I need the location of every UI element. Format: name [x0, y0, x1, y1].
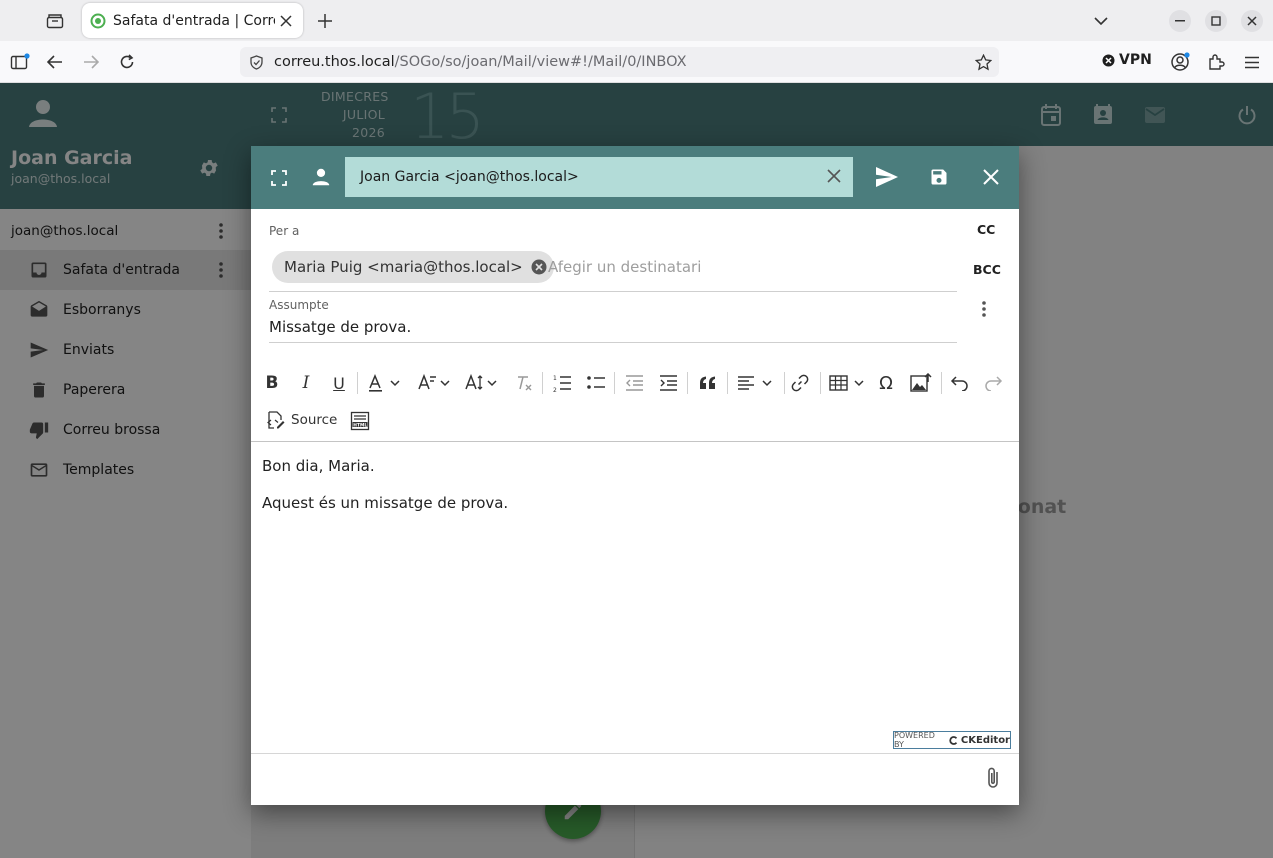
save-draft-button[interactable]: [925, 163, 953, 191]
forward-arrow-icon[interactable]: [81, 52, 101, 72]
font-family-icon[interactable]: [416, 372, 454, 394]
body-paragraph: Bon dia, Maria.: [262, 457, 375, 475]
expand-dialog-icon[interactable]: [269, 168, 289, 188]
remove-recipient-icon[interactable]: [531, 259, 547, 275]
url-host: correu.thos.local: [274, 54, 395, 70]
save-icon: [931, 169, 947, 185]
vpn-status[interactable]: VPN: [1102, 52, 1152, 68]
ckeditor-brand: CKEditor: [960, 734, 1010, 746]
attach-file-icon[interactable]: [984, 766, 1002, 790]
toolbar-separator: [614, 372, 615, 394]
back-arrow-icon[interactable]: [45, 52, 65, 72]
clear-from-icon[interactable]: [825, 167, 843, 185]
browser-navbar: correu.thos.local/SOGo/so/joan/Mail/view…: [0, 41, 1273, 83]
bold-icon[interactable]: B: [261, 372, 283, 394]
editor-footer-divider: [251, 753, 1019, 754]
to-underline: [269, 291, 957, 292]
more-options-icon[interactable]: [977, 299, 991, 319]
vpn-label: VPN: [1119, 52, 1152, 68]
sogo-favicon-icon: [90, 13, 106, 29]
subject-input[interactable]: Missatge de prova.: [269, 318, 411, 336]
from-address: Joan Garcia <joan@thos.local>: [360, 169, 579, 185]
indent-icon[interactable]: [657, 372, 679, 394]
special-characters-icon[interactable]: Ω: [875, 372, 897, 394]
vpn-off-icon: [1102, 54, 1115, 66]
menu-hamburger-icon[interactable]: [1241, 51, 1263, 73]
toolbar-separator: [941, 372, 942, 394]
ckeditor-logo-icon: [949, 735, 958, 745]
numbered-list-icon[interactable]: 12: [551, 372, 573, 394]
message-body-editor[interactable]: Bon dia, Maria. Aquest és un missatge de…: [251, 442, 1019, 753]
font-size-icon[interactable]: [463, 372, 501, 394]
svg-text:HTML: HTML: [353, 422, 367, 428]
subject-label: Assumpte: [269, 298, 329, 312]
toolbar-separator: [820, 372, 821, 394]
subject-underline: [269, 342, 957, 343]
bulleted-list-icon[interactable]: [585, 372, 607, 394]
svg-text:2: 2: [553, 387, 557, 393]
close-window-icon[interactable]: [1241, 10, 1263, 32]
ckeditor-badge[interactable]: POWERED BY CKEditor: [893, 731, 1011, 749]
close-icon: [983, 169, 999, 185]
toolbar-separator: [357, 372, 358, 394]
outdent-icon[interactable]: [623, 372, 645, 394]
tab-overview-icon[interactable]: [45, 11, 65, 31]
toolbar-separator: [542, 372, 543, 394]
site-info-icon[interactable]: [248, 54, 264, 70]
browser-tabstrip: Safata d'entrada | Correu: [0, 0, 1273, 41]
font-color-icon[interactable]: [366, 372, 404, 394]
cc-button[interactable]: CC: [977, 222, 995, 237]
bookmark-star-icon[interactable]: [974, 53, 992, 71]
tab-title: Safata d'entrada | Correu: [113, 12, 275, 29]
recipient-chip[interactable]: Maria Puig <maria@thos.local>: [272, 251, 554, 283]
browser-tab-active[interactable]: Safata d'entrada | Correu: [82, 3, 303, 38]
undo-icon[interactable]: [949, 372, 971, 394]
extensions-icon[interactable]: [1205, 51, 1227, 73]
bcc-button[interactable]: BCC: [973, 262, 1001, 277]
source-label: Source: [291, 412, 338, 428]
svg-text:1: 1: [553, 375, 557, 382]
source-button[interactable]: Source: [265, 410, 337, 430]
blockquote-icon[interactable]: [697, 372, 719, 394]
recipient-address: Maria Puig <maria@thos.local>: [284, 258, 523, 276]
reload-icon[interactable]: [117, 52, 137, 72]
new-tab-icon[interactable]: [315, 11, 335, 31]
url-path: /SOGo/so/joan/Mail/view#!/Mail/0/INBOX: [394, 54, 687, 70]
send-icon: [876, 167, 898, 187]
toolbar-separator: [727, 372, 728, 394]
close-tab-icon[interactable]: [277, 12, 295, 30]
maximize-window-icon[interactable]: [1205, 10, 1227, 32]
table-icon[interactable]: [827, 372, 867, 394]
sender-person-icon: [308, 164, 334, 190]
sidebar-toggle-icon[interactable]: [9, 52, 31, 72]
insert-image-icon[interactable]: [909, 372, 933, 394]
link-icon[interactable]: [789, 372, 811, 394]
tab-list-chevron-icon[interactable]: [1091, 11, 1111, 31]
html-mode-icon[interactable]: HTML: [349, 410, 371, 432]
toolbar-separator: [687, 372, 688, 394]
redo-icon[interactable]: [982, 372, 1004, 394]
close-dialog-button[interactable]: [977, 163, 1005, 191]
toolbar-separator: [784, 372, 785, 394]
compose-dialog: Joan Garcia <joan@thos.local> Per a CC M…: [251, 146, 1019, 805]
account-icon[interactable]: [1169, 51, 1191, 73]
italic-icon[interactable]: I: [295, 372, 317, 394]
send-button[interactable]: [873, 163, 901, 191]
underline-icon[interactable]: U: [328, 372, 350, 394]
alignment-icon[interactable]: [735, 372, 775, 394]
minimize-window-icon[interactable]: [1169, 10, 1191, 32]
from-selector[interactable]: Joan Garcia <joan@thos.local>: [345, 157, 853, 197]
add-recipient-input[interactable]: Afegir un destinatari: [548, 258, 701, 276]
remove-format-icon[interactable]: [513, 372, 535, 394]
body-paragraph: Aquest és un missatge de prova.: [262, 494, 509, 512]
compose-header: Joan Garcia <joan@thos.local>: [251, 146, 1019, 209]
address-bar[interactable]: correu.thos.local/SOGo/so/joan/Mail/view…: [240, 47, 999, 77]
source-code-icon: [267, 411, 285, 429]
powered-by-text: POWERED BY: [894, 731, 935, 749]
to-label: Per a: [269, 224, 300, 238]
